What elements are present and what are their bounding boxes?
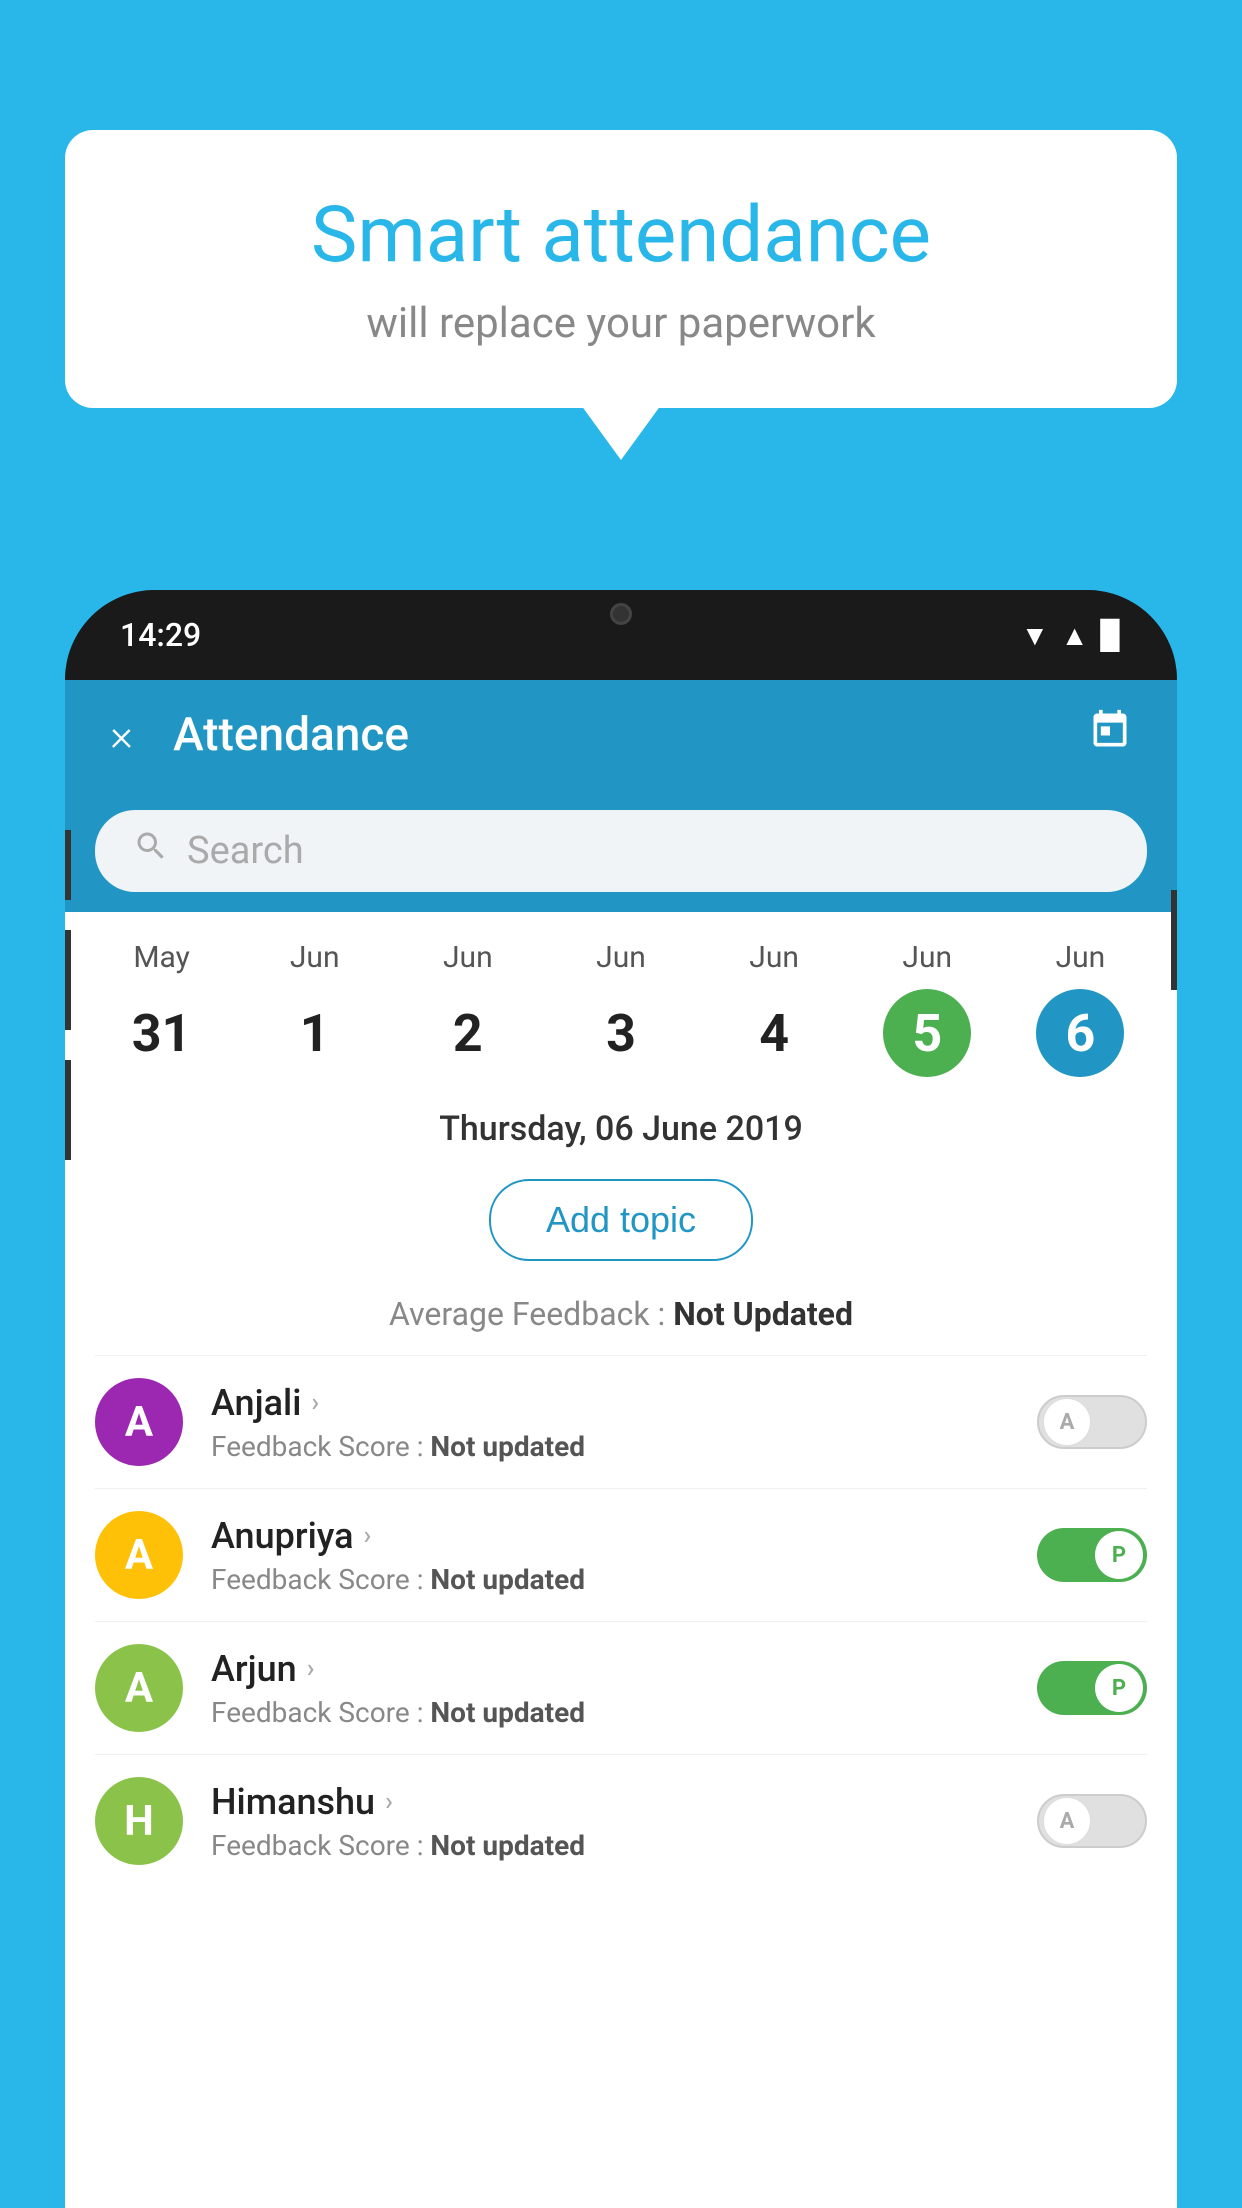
chevron-right-icon: › xyxy=(364,1521,372,1551)
cal-month: Jun xyxy=(596,940,646,975)
calendar-icon[interactable] xyxy=(1088,708,1132,763)
cal-date[interactable]: 3 xyxy=(577,989,665,1077)
avg-feedback-value: Not Updated xyxy=(673,1295,853,1333)
cal-date[interactable]: 31 xyxy=(118,989,206,1077)
add-topic-container: Add topic xyxy=(65,1169,1177,1285)
toggle-switch[interactable]: A xyxy=(1037,1395,1147,1449)
student-feedback-value: Not updated xyxy=(430,1696,585,1729)
calendar-day-col[interactable]: Jun 1 xyxy=(255,940,375,1077)
attendance-toggle[interactable]: P xyxy=(1037,1661,1147,1715)
avg-feedback-label: Average Feedback : xyxy=(389,1295,673,1333)
student-feedback: Feedback Score : Not updated xyxy=(211,1430,1009,1463)
attendance-toggle[interactable]: A xyxy=(1037,1794,1147,1848)
header-title: Attendance xyxy=(173,708,1088,762)
cal-month: Jun xyxy=(749,940,799,975)
phone-time: 14:29 xyxy=(120,616,201,654)
cal-month: Jun xyxy=(443,940,493,975)
student-info: Himanshu › Feedback Score : Not updated xyxy=(211,1781,1009,1862)
volume-up-button xyxy=(65,930,71,1030)
student-row[interactable]: A Anjali › Feedback Score : Not updated A xyxy=(95,1355,1147,1488)
phone-screen: × Attendance Search May 31 Jun 1 Jun 2 Jun 3 Jun xyxy=(65,680,1177,2208)
student-feedback: Feedback Score : Not updated xyxy=(211,1563,1009,1596)
student-info: Arjun › Feedback Score : Not updated xyxy=(211,1648,1009,1729)
student-info: Anjali › Feedback Score : Not updated xyxy=(211,1382,1009,1463)
speech-bubble-subtitle: will replace your paperwork xyxy=(135,299,1107,348)
chevron-right-icon: › xyxy=(385,1787,393,1817)
toggle-knob: A xyxy=(1043,1398,1091,1446)
signal-icon: ▲ xyxy=(1061,619,1089,652)
student-name: Arjun › xyxy=(211,1648,1009,1690)
cal-month: Jun xyxy=(290,940,340,975)
student-row[interactable]: H Himanshu › Feedback Score : Not updated A xyxy=(95,1754,1147,1887)
chevron-right-icon: › xyxy=(311,1388,319,1418)
calendar-day-col[interactable]: May 31 xyxy=(102,940,222,1077)
student-name: Anjali › xyxy=(211,1382,1009,1424)
student-avatar: A xyxy=(95,1378,183,1466)
student-feedback-value: Not updated xyxy=(430,1829,585,1862)
student-feedback: Feedback Score : Not updated xyxy=(211,1829,1009,1862)
search-bar-container: Search xyxy=(65,790,1177,912)
toggle-switch[interactable]: P xyxy=(1037,1661,1147,1715)
student-feedback-value: Not updated xyxy=(430,1430,585,1463)
student-name: Anupriya › xyxy=(211,1515,1009,1557)
student-avatar: A xyxy=(95,1511,183,1599)
toggle-knob: A xyxy=(1043,1797,1091,1845)
cal-month: Jun xyxy=(902,940,952,975)
volume-button-right xyxy=(1171,890,1177,990)
cal-date[interactable]: 4 xyxy=(730,989,818,1077)
student-list: AAnjali ›Feedback Score : Not updatedAAA… xyxy=(65,1355,1177,1887)
app-header: × Attendance xyxy=(65,680,1177,790)
cal-month: Jun xyxy=(1056,940,1106,975)
student-avatar: H xyxy=(95,1777,183,1865)
student-feedback-value: Not updated xyxy=(430,1563,585,1596)
cal-date[interactable]: 1 xyxy=(271,989,359,1077)
search-placeholder: Search xyxy=(187,829,304,873)
status-bar: 14:29 ▼ ▲ ▉ xyxy=(65,590,1177,680)
add-topic-button[interactable]: Add topic xyxy=(489,1179,753,1261)
battery-icon: ▉ xyxy=(1100,619,1122,652)
student-name: Himanshu › xyxy=(211,1781,1009,1823)
chevron-right-icon: › xyxy=(307,1654,315,1684)
status-icons: ▼ ▲ ▉ xyxy=(1021,619,1122,652)
speech-bubble-container: Smart attendance will replace your paper… xyxy=(65,130,1177,408)
speech-bubble: Smart attendance will replace your paper… xyxy=(65,130,1177,408)
student-info: Anupriya › Feedback Score : Not updated xyxy=(211,1515,1009,1596)
selected-date-label: Thursday, 06 June 2019 xyxy=(439,1109,803,1149)
cal-date[interactable]: 5 xyxy=(883,989,971,1077)
power-button xyxy=(65,830,71,900)
toggle-switch[interactable]: P xyxy=(1037,1528,1147,1582)
volume-down-button xyxy=(65,1060,71,1160)
date-info: Thursday, 06 June 2019 xyxy=(65,1077,1177,1169)
toggle-knob: P xyxy=(1095,1531,1143,1579)
student-avatar: A xyxy=(95,1644,183,1732)
student-row[interactable]: A Anupriya › Feedback Score : Not updated P xyxy=(95,1488,1147,1621)
toggle-knob: P xyxy=(1095,1664,1143,1712)
cal-date[interactable]: 6 xyxy=(1036,989,1124,1077)
cal-date[interactable]: 2 xyxy=(424,989,512,1077)
avg-feedback: Average Feedback : Not Updated xyxy=(65,1285,1177,1355)
calendar-day-col[interactable]: Jun 3 xyxy=(561,940,681,1077)
toggle-switch[interactable]: A xyxy=(1037,1794,1147,1848)
attendance-toggle[interactable]: A xyxy=(1037,1395,1147,1449)
wifi-icon: ▼ xyxy=(1021,619,1049,652)
close-button[interactable]: × xyxy=(110,709,133,761)
calendar-day-col[interactable]: Jun 6 xyxy=(1020,940,1140,1077)
speech-bubble-title: Smart attendance xyxy=(135,190,1107,281)
phone-notch xyxy=(561,590,681,638)
search-bar[interactable]: Search xyxy=(95,810,1147,892)
calendar-day-col[interactable]: Jun 4 xyxy=(714,940,834,1077)
front-camera xyxy=(610,603,632,625)
phone-frame: 14:29 ▼ ▲ ▉ × Attendance xyxy=(65,590,1177,2208)
search-icon xyxy=(133,828,169,874)
cal-month: May xyxy=(133,940,189,975)
calendar-day-col[interactable]: Jun 2 xyxy=(408,940,528,1077)
student-row[interactable]: A Arjun › Feedback Score : Not updated P xyxy=(95,1621,1147,1754)
calendar-row: May 31 Jun 1 Jun 2 Jun 3 Jun 4 Jun 5 Jun 6 xyxy=(65,912,1177,1077)
calendar-day-col[interactable]: Jun 5 xyxy=(867,940,987,1077)
student-feedback: Feedback Score : Not updated xyxy=(211,1696,1009,1729)
attendance-toggle[interactable]: P xyxy=(1037,1528,1147,1582)
